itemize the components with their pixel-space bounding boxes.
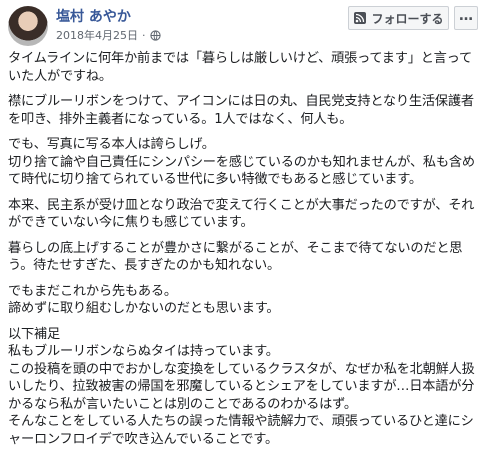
post-paragraph: 本来、民主系が受け皿となり政治で変えて行くことが大事だったのですが、それができて… (8, 197, 475, 231)
post-paragraph: タイムラインに何年か前までは「暮らしは厳しいけど、頑張ってます」と言っていた人が… (8, 51, 472, 84)
follow-button[interactable]: フォローする (348, 6, 449, 30)
post-paragraph: でも、写真に写る本人は誇らしげ。 切り捨て論や自己責任にシンパシーを感じているの… (8, 137, 475, 187)
globe-icon (149, 29, 161, 41)
avatar[interactable] (8, 6, 48, 46)
separator-dot: · (142, 28, 146, 42)
post-paragraph: 以下補足 私もブルーリボンならぬタイは持っています。 この投稿を頭の中でおかしな… (8, 326, 475, 447)
more-options-button[interactable]: … (454, 6, 478, 30)
post-date[interactable]: 2018年4月25日 (56, 27, 138, 43)
post-header: 塩村 あやか 2018年4月25日 · フォローする … (0, 0, 480, 46)
post-body: タイムラインに何年か前までは「暮らしは厳しいけど、頑張ってます」と言っていた人が… (8, 50, 478, 456)
author-name[interactable]: 塩村 あやか (56, 6, 131, 26)
rss-icon (354, 12, 367, 24)
post-paragraph: 暮らしの底上げすることが豊かさに繋がることが、そこまで待てないのだと思う。待たせ… (8, 240, 463, 274)
post-meta: 2018年4月25日 · (56, 27, 161, 43)
follow-label: フォローする (371, 11, 444, 26)
post-paragraph: でもまだこれから先もある。 諦めずに取り組むしかないのだとも思います。 (8, 283, 280, 317)
post-paragraph: 襟にブルーリボンをつけて、アイコンには日の丸、自民党支持となり生活保護者を叩き、… (8, 94, 474, 127)
